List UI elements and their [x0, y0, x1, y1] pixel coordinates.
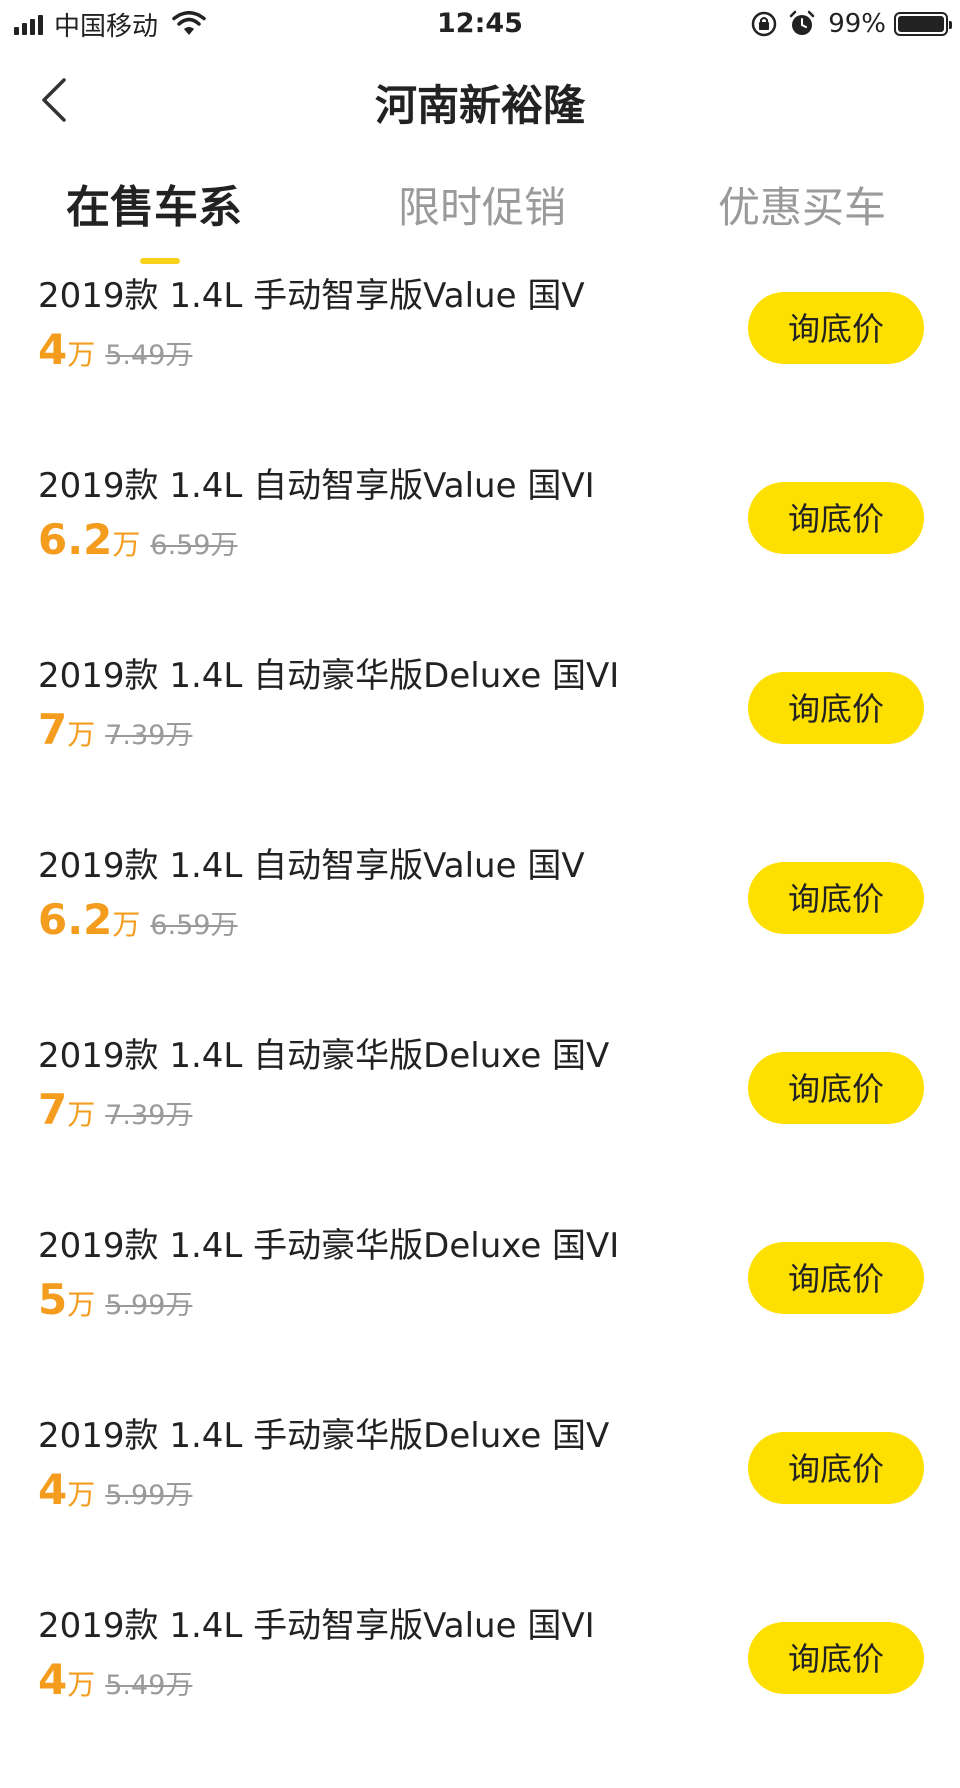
- price-row: 6.2 万 6.59万: [38, 512, 238, 574]
- price-value: 7: [38, 705, 68, 754]
- price-unit: 万: [67, 338, 96, 371]
- original-price: 6.59万: [150, 910, 238, 941]
- original-price: 5.99万: [105, 1290, 193, 1321]
- car-list: 2019款 1.4L 手动智享版Value 国V 4 万 5.49万 询底价 2…: [0, 268, 960, 1788]
- ask-price-button[interactable]: 询底价: [748, 292, 924, 364]
- price-unit: 万: [67, 1098, 96, 1131]
- price-row: 7 万 7.39万: [38, 702, 192, 764]
- price-row: 5 万 5.99万: [38, 1272, 192, 1334]
- car-name: 2019款 1.4L 手动豪华版Deluxe 国V: [38, 1416, 610, 1456]
- nav-bar: 河南新裕隆: [0, 48, 960, 168]
- price-value: 7: [38, 1085, 68, 1134]
- list-item[interactable]: 2019款 1.4L 自动豪华版Deluxe 国VI 7 万 7.39万 询底价: [0, 648, 960, 838]
- alarm-icon: [789, 10, 815, 35]
- original-price: 5.49万: [105, 340, 193, 371]
- price-unit: 万: [67, 718, 96, 751]
- price-row: 4 万 5.49万: [38, 1652, 192, 1714]
- original-price: 7.39万: [105, 720, 193, 751]
- original-price: 5.99万: [105, 1480, 193, 1511]
- price-row: 4 万 5.49万: [38, 322, 192, 384]
- ask-price-button[interactable]: 询底价: [748, 1622, 924, 1694]
- car-name: 2019款 1.4L 手动豪华版Deluxe 国VI: [38, 1226, 620, 1266]
- list-item[interactable]: 2019款 1.4L 自动智享版Value 国V 6.2 万 6.59万 询底价: [0, 838, 960, 1028]
- list-item[interactable]: 2019款 1.4L 自动豪华版Deluxe 国V 7 万 7.39万 询底价: [0, 1028, 960, 1218]
- ask-price-button[interactable]: 询底价: [748, 1242, 924, 1314]
- price-unit: 万: [67, 1288, 96, 1321]
- car-name: 2019款 1.4L 自动豪华版Deluxe 国VI: [38, 656, 620, 696]
- rotation-lock-icon: [751, 11, 777, 37]
- ask-price-button[interactable]: 询底价: [748, 1052, 924, 1124]
- list-item[interactable]: 2019款 1.4L 手动豪华版Deluxe 国V 4 万 5.99万 询底价: [0, 1408, 960, 1598]
- page-title: 河南新裕隆: [374, 81, 585, 130]
- status-bar: 中国移动 12:45 99%: [0, 0, 960, 48]
- ask-price-button[interactable]: 询底价: [748, 862, 924, 934]
- list-item[interactable]: 2019款 1.4L 手动智享版Value 国V 4 万 5.49万 询底价: [0, 268, 960, 458]
- tab-discount[interactable]: 优惠买车: [718, 172, 886, 262]
- list-item[interactable]: 2019款 1.4L 手动智享版Value 国VI 4 万 5.49万 询底价: [0, 1598, 960, 1788]
- car-name: 2019款 1.4L 手动智享版Value 国VI: [38, 1606, 595, 1646]
- car-name: 2019款 1.4L 自动智享版Value 国V: [38, 846, 585, 886]
- price-unit: 万: [112, 528, 141, 561]
- price-unit: 万: [112, 908, 141, 941]
- tab-on-sale[interactable]: 在售车系: [66, 172, 242, 262]
- list-item[interactable]: 2019款 1.4L 自动智享版Value 国VI 6.2 万 6.59万 询底…: [0, 458, 960, 648]
- price-unit: 万: [67, 1478, 96, 1511]
- ask-price-button[interactable]: 询底价: [748, 1432, 924, 1504]
- price-unit: 万: [67, 1668, 96, 1701]
- battery-percent: 99%: [828, 9, 886, 39]
- battery-icon: [894, 12, 952, 36]
- price-row: 7 万 7.39万: [38, 1082, 192, 1144]
- price-value: 5: [38, 1275, 68, 1324]
- original-price: 7.39万: [105, 1100, 193, 1131]
- car-name: 2019款 1.4L 手动智享版Value 国V: [38, 276, 585, 316]
- list-item[interactable]: 2019款 1.4L 手动豪华版Deluxe 国VI 5 万 5.99万 询底价: [0, 1218, 960, 1408]
- tab-promotion[interactable]: 限时促销: [398, 172, 566, 262]
- price-value: 6.2: [38, 515, 113, 564]
- price-row: 4 万 5.99万: [38, 1462, 192, 1524]
- price-value: 4: [38, 325, 68, 374]
- price-value: 4: [38, 1655, 68, 1704]
- original-price: 6.59万: [150, 530, 238, 561]
- tab-indicator: [140, 258, 180, 264]
- price-value: 4: [38, 1465, 68, 1514]
- tab-bar: 在售车系 限时促销 优惠买车: [0, 172, 960, 272]
- car-name: 2019款 1.4L 自动智享版Value 国VI: [38, 466, 595, 506]
- ask-price-button[interactable]: 询底价: [748, 482, 924, 554]
- ask-price-button[interactable]: 询底价: [748, 672, 924, 744]
- price-row: 6.2 万 6.59万: [38, 892, 238, 954]
- status-bar-right: 99%: [750, 6, 952, 42]
- car-name: 2019款 1.4L 自动豪华版Deluxe 国V: [38, 1036, 610, 1076]
- price-value: 6.2: [38, 895, 113, 944]
